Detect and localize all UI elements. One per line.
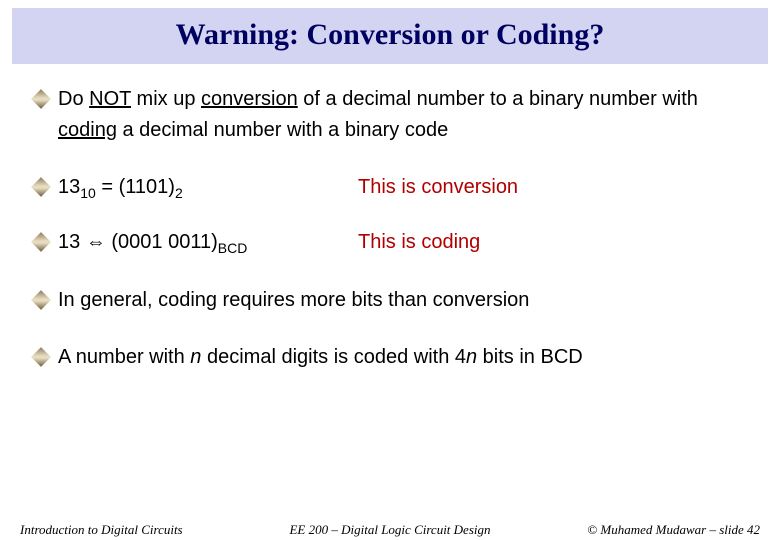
bullet-5-text: A number with n decimal digits is coded … xyxy=(58,342,746,373)
bullet-3-rhs: This is coding xyxy=(358,227,480,260)
footer-right: © Muhamed Mudawar – slide 42 xyxy=(540,522,760,538)
slide-title: Warning: Conversion or Coding? xyxy=(12,18,768,52)
bullet-2-lhs: 1310 = (1101)2 xyxy=(58,172,358,205)
footer-left: Introduction to Digital Circuits xyxy=(20,522,240,538)
bullet-3-lhs: 13 ⇔ (0001 0011)BCD xyxy=(58,227,358,260)
slide-content: Do NOT mix up conversion of a decimal nu… xyxy=(0,64,780,373)
bullet-3: 13 ⇔ (0001 0011)BCD This is coding xyxy=(34,227,746,260)
bullet-1: Do NOT mix up conversion of a decimal nu… xyxy=(34,84,746,146)
footer: Introduction to Digital Circuits EE 200 … xyxy=(0,522,780,538)
diamond-icon xyxy=(31,290,51,310)
diamond-icon xyxy=(31,347,51,367)
diamond-icon xyxy=(31,232,51,252)
bullet-5: A number with n decimal digits is coded … xyxy=(34,342,746,373)
bullet-2: 1310 = (1101)2 This is conversion xyxy=(34,172,746,205)
bullet-1-text: Do NOT mix up conversion of a decimal nu… xyxy=(58,84,746,146)
diamond-icon xyxy=(31,89,51,109)
diamond-icon xyxy=(31,177,51,197)
bullet-4: In general, coding requires more bits th… xyxy=(34,285,746,316)
bullet-2-rhs: This is conversion xyxy=(358,172,518,205)
title-bar: Warning: Conversion or Coding? xyxy=(12,8,768,64)
bullet-4-text: In general, coding requires more bits th… xyxy=(58,285,746,316)
footer-mid: EE 200 – Digital Logic Circuit Design xyxy=(240,522,540,538)
